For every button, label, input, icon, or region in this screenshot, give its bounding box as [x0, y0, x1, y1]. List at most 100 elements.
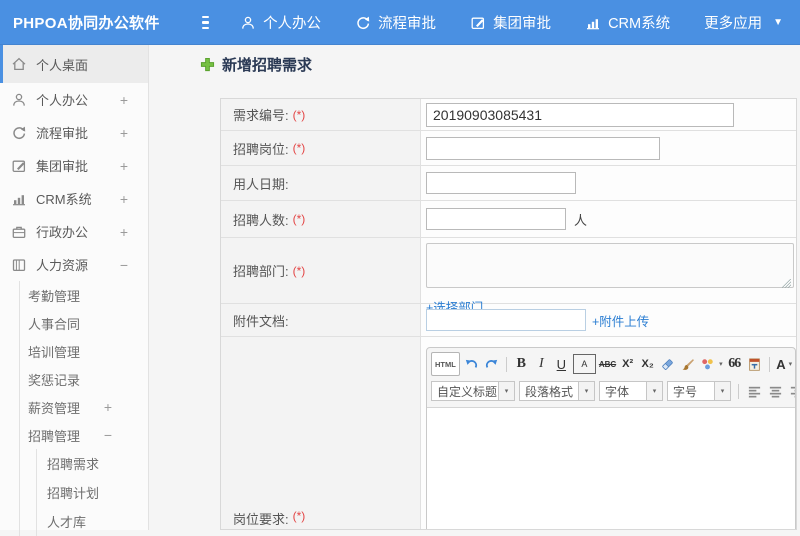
- color-palette-icon[interactable]: [699, 355, 716, 373]
- sidebar-item-label: 流程审批: [36, 123, 88, 142]
- blockquote-button[interactable]: 66: [726, 355, 743, 373]
- sidebar-item-attendance[interactable]: 考勤管理: [20, 281, 148, 309]
- sidebar-item-label: 人事合同: [28, 314, 80, 333]
- label-text: 附件文档:: [233, 311, 289, 330]
- unit-suffix: 人: [574, 210, 587, 229]
- redo-icon[interactable]: [483, 355, 500, 373]
- collapse-minus-icon[interactable]: −: [104, 427, 112, 443]
- sidebar-item-label: 奖惩记录: [28, 370, 80, 389]
- font-family-select[interactable]: 字体 ▾: [599, 381, 663, 401]
- required-mark: (*): [293, 212, 306, 226]
- chevron-down-icon[interactable]: ▾: [719, 360, 723, 368]
- select-value: 段落格式: [520, 383, 578, 400]
- chevron-down-icon: ▾: [789, 360, 793, 368]
- field-value: +选择部门: [421, 238, 796, 303]
- top-nav-personal-office[interactable]: 个人办公: [223, 12, 338, 33]
- top-nav-crm-system[interactable]: CRM系统: [568, 12, 687, 33]
- format-brush-icon[interactable]: [679, 355, 696, 373]
- main-content: 新增招聘需求 需求编号: (*) 招聘岗位: (*) 用人日期:: [149, 45, 800, 530]
- hamburger-menu-icon[interactable]: [202, 16, 209, 30]
- field-label: 招聘人数: (*): [221, 201, 421, 237]
- rich-text-editor: HTML B I U A ABC X² X: [426, 347, 796, 530]
- label-text: 需求编号:: [233, 105, 289, 124]
- top-nav-workflow-approval[interactable]: 流程审批: [338, 12, 453, 33]
- sidebar-item-personal-office[interactable]: 个人办公 +: [0, 83, 148, 116]
- demand-no-input[interactable]: [426, 103, 734, 127]
- font-color-letter: A: [776, 357, 785, 372]
- briefcase-icon: [11, 224, 27, 240]
- department-textarea[interactable]: [426, 243, 794, 288]
- strikethrough-button[interactable]: ABC: [599, 355, 616, 373]
- hire-date-input[interactable]: [426, 172, 576, 194]
- custom-title-select[interactable]: 自定义标题 ▾: [431, 381, 515, 401]
- recruit-demand-form: 需求编号: (*) 招聘岗位: (*) 用人日期:: [220, 98, 797, 530]
- headcount-input[interactable]: [426, 208, 566, 230]
- align-left-icon[interactable]: [746, 382, 763, 400]
- attachment-upload-link[interactable]: +附件上传: [592, 311, 649, 330]
- paste-icon[interactable]: [746, 355, 763, 373]
- sidebar-item-admin-office[interactable]: 行政办公 +: [0, 215, 148, 248]
- expand-plus-icon[interactable]: +: [120, 158, 128, 174]
- expand-plus-icon[interactable]: +: [120, 92, 128, 108]
- expand-plus-icon[interactable]: +: [120, 224, 128, 240]
- italic-button[interactable]: I: [533, 355, 550, 373]
- chevron-down-icon: ▾: [646, 382, 662, 400]
- required-mark: (*): [293, 108, 306, 122]
- font-style-button[interactable]: A: [573, 354, 596, 374]
- select-value: 自定义标题: [432, 383, 498, 400]
- sidebar-item-workflow-approval[interactable]: 流程审批 +: [0, 116, 148, 149]
- edit-icon: [470, 15, 486, 31]
- undo-icon[interactable]: [463, 355, 480, 373]
- top-nav-more-apps[interactable]: 更多应用 ▼: [687, 12, 800, 33]
- field-label: 附件文档:: [221, 304, 421, 336]
- flow-icon: [355, 15, 371, 31]
- html-source-button[interactable]: HTML: [431, 352, 460, 376]
- page-header: 新增招聘需求: [200, 54, 312, 75]
- font-size-select[interactable]: 字号 ▾: [667, 381, 731, 401]
- form-row-demand-no: 需求编号: (*): [221, 99, 796, 131]
- bold-button[interactable]: B: [513, 355, 530, 373]
- sidebar-item-rewards[interactable]: 奖惩记录: [20, 365, 148, 393]
- sidebar-item-hr[interactable]: 人力资源 −: [0, 248, 148, 281]
- align-right-icon[interactable]: [788, 382, 795, 400]
- field-label: 用人日期:: [221, 166, 421, 200]
- subscript-button[interactable]: X₂: [639, 355, 656, 373]
- superscript-button[interactable]: X²: [619, 355, 636, 373]
- top-nav: 个人办公 流程审批 集团审批 CRM系统 更多应用 ▼: [223, 0, 800, 45]
- paragraph-format-select[interactable]: 段落格式 ▾: [519, 381, 595, 401]
- sidebar-item-group-approval[interactable]: 集团审批 +: [0, 149, 148, 182]
- add-plus-icon: [200, 57, 215, 72]
- sidebar-item-crm[interactable]: CRM系统 +: [0, 182, 148, 215]
- form-row-requirements: 岗位要求: (*) HTML B I: [221, 337, 796, 530]
- field-value: HTML B I U A ABC X² X: [421, 337, 796, 530]
- sidebar-item-talent-pool[interactable]: 人才库: [37, 507, 148, 536]
- sidebar-item-desktop[interactable]: 个人桌面: [0, 45, 148, 83]
- position-input[interactable]: [426, 137, 660, 160]
- expand-plus-icon[interactable]: +: [120, 191, 128, 207]
- sidebar-item-label: 人才库: [47, 512, 86, 531]
- collapse-minus-icon[interactable]: −: [120, 257, 128, 273]
- sidebar-item-hr-contract[interactable]: 人事合同: [20, 309, 148, 337]
- font-color-button[interactable]: A ▾: [776, 355, 793, 373]
- sidebar-item-recruit-demand[interactable]: 招聘需求: [37, 449, 148, 478]
- eraser-icon[interactable]: [659, 355, 676, 373]
- sidebar-item-salary[interactable]: 薪资管理 +: [20, 393, 148, 421]
- align-center-icon[interactable]: [767, 382, 784, 400]
- sidebar-item-recruitment[interactable]: 招聘管理 −: [20, 421, 148, 449]
- top-nav-label: CRM系统: [608, 12, 670, 33]
- chevron-down-icon: ▾: [578, 382, 594, 400]
- underline-button[interactable]: U: [553, 355, 570, 373]
- attachment-input[interactable]: [426, 309, 586, 331]
- expand-plus-icon[interactable]: +: [104, 399, 112, 415]
- top-nav-group-approval[interactable]: 集团审批: [453, 12, 568, 33]
- expand-plus-icon[interactable]: +: [120, 125, 128, 141]
- sidebar-item-label: 培训管理: [28, 342, 80, 361]
- user-icon: [240, 15, 256, 31]
- sidebar-item-label: 招聘需求: [47, 454, 99, 473]
- field-value: 人: [421, 201, 796, 237]
- sidebar-item-training[interactable]: 培训管理: [20, 337, 148, 365]
- sidebar-item-recruit-plan[interactable]: 招聘计划: [37, 478, 148, 507]
- field-value: [421, 166, 796, 200]
- editor-toolbar-row1: HTML B I U A ABC X² X: [427, 348, 795, 378]
- editor-content-area[interactable]: [427, 407, 795, 530]
